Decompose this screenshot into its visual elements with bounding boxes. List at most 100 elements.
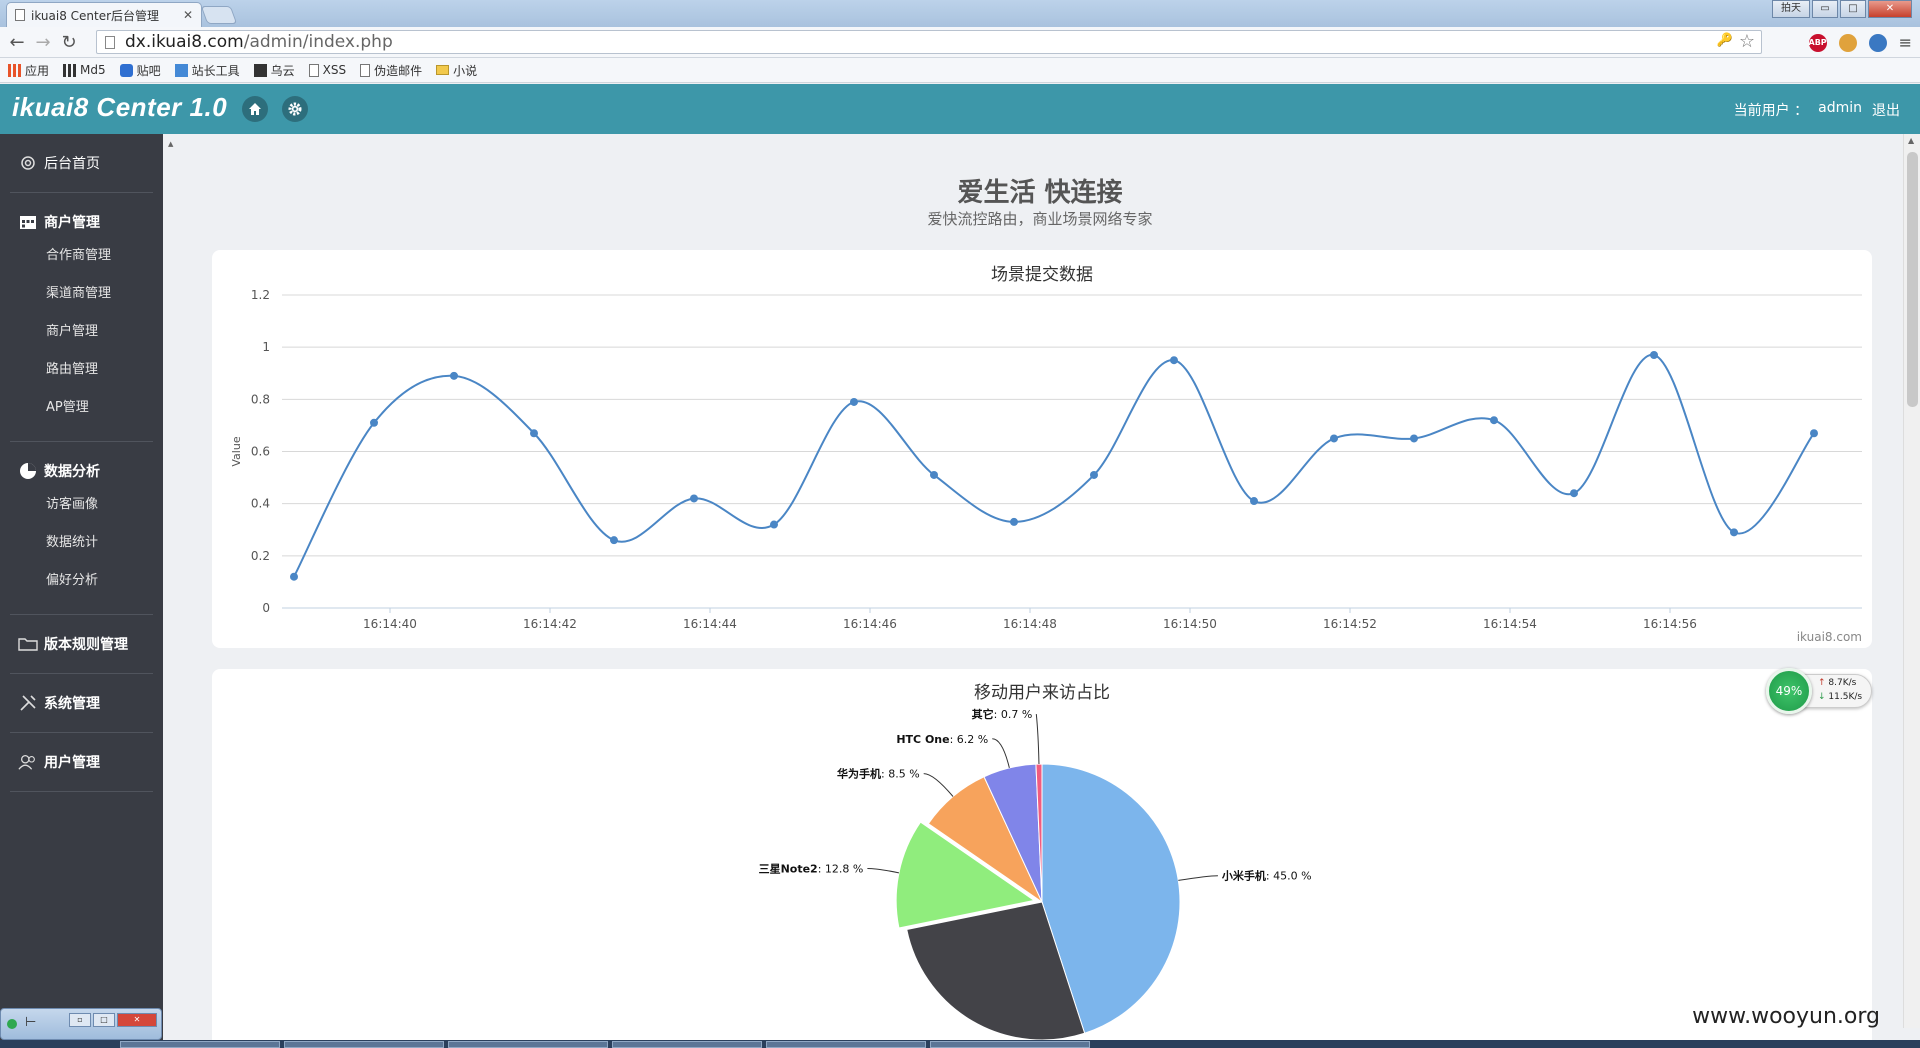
restore-button[interactable]: ▫ — [69, 1013, 91, 1027]
pie-label-name: HTC One — [896, 733, 949, 746]
key-icon[interactable]: 🔑 — [1717, 33, 1733, 48]
menu-icon[interactable]: ≡ — [1899, 33, 1912, 52]
data-point — [930, 470, 938, 479]
usage-percent: 49% — [1766, 668, 1812, 714]
data-point — [1170, 356, 1178, 365]
data-point — [1490, 416, 1498, 425]
cookie-icon[interactable] — [1838, 33, 1857, 52]
network-speed-widget[interactable]: 49% ↑ 8.7K/s ↓ 11.5K/s — [1766, 668, 1872, 714]
arrow-up-icon: ↑ — [1818, 678, 1826, 688]
maximize-button[interactable]: □ — [93, 1013, 115, 1027]
window-extra-button[interactable]: 拍天 — [1772, 0, 1810, 18]
bookmark-novel[interactable]: 小说 — [436, 62, 477, 79]
pie-connector — [992, 738, 1010, 769]
scroll-up-icon[interactable]: ▲ — [1908, 136, 1914, 145]
pie-chart: 小米手机: 45.0 % 三星Note2: 12.8 % 华为手机: 8.5 % HT… — [759, 707, 1312, 1041]
data-point — [290, 572, 298, 581]
taskbar-item[interactable] — [284, 1041, 444, 1048]
pie-label-value: : 0.7 % — [994, 708, 1033, 721]
bookmark-star-icon[interactable]: ☆ — [1739, 31, 1755, 52]
sidebar-item-system[interactable]: 系统管理 — [10, 688, 153, 718]
pie-label: 其它: 0.7 % — [972, 707, 1033, 721]
pie-label: 三星Note2: 12.8 % — [759, 862, 864, 875]
adblock-icon[interactable]: ABP — [1809, 33, 1827, 52]
folder-icon — [18, 634, 38, 654]
y-tick-label: 1.2 — [251, 288, 270, 302]
chart-credit[interactable]: ikuai8.com — [1797, 630, 1862, 644]
bookmark-label: Md5 — [80, 63, 106, 77]
sidebar-item-preference[interactable]: 偏好分析 — [10, 562, 153, 600]
window-controls: 拍天 ▭ □ ✕ — [1772, 0, 1912, 18]
apps-icon — [8, 63, 21, 77]
bookmark-fake-mail[interactable]: 伪造邮件 — [360, 62, 422, 79]
scroll-up-arrow[interactable]: ▲ — [168, 140, 173, 148]
taskbar-item[interactable] — [448, 1041, 608, 1048]
y-tick-label: 0.2 — [251, 549, 270, 563]
bookmark-wooyun[interactable]: 乌云 — [253, 62, 295, 79]
bookmark-md5[interactable]: Md5 — [63, 63, 106, 77]
data-point — [1650, 350, 1658, 359]
gear-icon[interactable] — [282, 96, 308, 122]
sidebar-item-statistics[interactable]: 数据统计 — [10, 524, 153, 562]
maximize-button[interactable]: □ — [1840, 0, 1866, 18]
pie-label-value: : 45.0 % — [1266, 870, 1312, 883]
bookmark-tieba[interactable]: 贴吧 — [119, 62, 161, 79]
x-tick-label: 16:14:40 — [363, 617, 417, 631]
calendar-icon — [18, 212, 38, 232]
taskbar-item[interactable] — [120, 1041, 280, 1048]
sidebar-item-version-rules[interactable]: 版本规则管理 — [10, 629, 153, 659]
app-header: ikuai8 Center 1.0 当前用户 ： admin 退出 — [0, 84, 1920, 134]
sidebar-item-partners[interactable]: 合作商管理 — [10, 237, 153, 275]
close-window-button[interactable]: ✕ — [1868, 0, 1912, 18]
bookmark-webmaster-tools[interactable]: 站长工具 — [174, 62, 240, 79]
brand-logo[interactable]: ikuai8 Center 1.0 — [12, 92, 227, 123]
data-point — [1810, 429, 1818, 438]
forward-icon[interactable]: → — [32, 32, 54, 53]
minimized-window[interactable]: ⊢ ▫ □ ✕ — [0, 1008, 162, 1040]
reload-icon[interactable]: ↻ — [58, 32, 80, 53]
home-icon[interactable] — [242, 96, 268, 122]
current-user-label: 当前用户 ： — [1733, 103, 1809, 119]
taskbar-item[interactable] — [612, 1041, 762, 1048]
sidebar-group-analytics: 数据分析 访客画像 数据统计 偏好分析 — [10, 442, 153, 615]
users-icon — [18, 752, 38, 772]
bookmarks-bar: 应用 Md5 贴吧 站长工具 乌云 XSS 伪造邮件 小说 — [0, 58, 1920, 83]
taskbar-item[interactable] — [930, 1041, 1090, 1048]
sidebar-group-system: 系统管理 — [10, 674, 153, 733]
new-tab-button[interactable] — [200, 6, 238, 24]
back-icon[interactable]: ← — [6, 32, 28, 53]
doc-icon — [308, 63, 319, 77]
bookmark-label: XSS — [322, 63, 347, 77]
tab-title: ikuai8 Center后台管理 — [31, 8, 160, 23]
data-point — [1410, 434, 1418, 443]
watermark: www.wooyun.org — [1692, 1004, 1880, 1029]
logout-link[interactable]: 退出 — [1872, 100, 1900, 120]
pie-label-name: 小米手机 — [1221, 869, 1266, 883]
address-bar[interactable]: dx.ikuai8.com/admin/index.php 🔑 ☆ — [96, 30, 1762, 54]
sidebar-item-merchants[interactable]: 商户管理 — [10, 313, 153, 351]
bookmark-xss[interactable]: XSS — [308, 63, 347, 77]
vertical-scrollbar[interactable]: ▲ — [1903, 134, 1920, 1028]
taskbar-item[interactable] — [766, 1041, 926, 1048]
sidebar-group-users: 用户管理 — [10, 733, 153, 792]
sidebar-item-merchant-management[interactable]: 商户管理 — [10, 207, 153, 237]
sidebar-item-label: 商户管理 — [44, 215, 100, 231]
sidebar-item-visitor-profile[interactable]: 访客画像 — [10, 486, 153, 524]
sidebar-item-ap[interactable]: AP管理 — [10, 389, 153, 427]
x-tick-label: 16:14:48 — [1003, 617, 1057, 631]
sidebar-item-home[interactable]: 后台首页 — [10, 148, 153, 178]
pie-connector — [923, 773, 954, 797]
tab-close-button[interactable]: ✕ — [183, 8, 193, 22]
minimize-button[interactable]: ▭ — [1812, 0, 1838, 18]
sidebar-item-routers[interactable]: 路由管理 — [10, 351, 153, 389]
sidebar-item-data-analysis[interactable]: 数据分析 — [10, 456, 153, 486]
sidebar-item-channels[interactable]: 渠道商管理 — [10, 275, 153, 313]
browser-tab[interactable]: ikuai8 Center后台管理 ✕ — [6, 2, 202, 27]
close-button[interactable]: ✕ — [117, 1013, 157, 1027]
scene-data-card: 场景提交数据 0 0.2 0.4 0.6 0.8 1 1.2 16:14:40 16:14:42… — [212, 250, 1872, 648]
x-tick-label: 16:14:52 — [1323, 617, 1377, 631]
bookmark-apps[interactable]: 应用 — [8, 62, 49, 79]
globe-icon[interactable] — [1868, 33, 1887, 52]
page-title: 爱生活 快连接 — [957, 178, 1123, 208]
sidebar-item-users[interactable]: 用户管理 — [10, 747, 153, 777]
